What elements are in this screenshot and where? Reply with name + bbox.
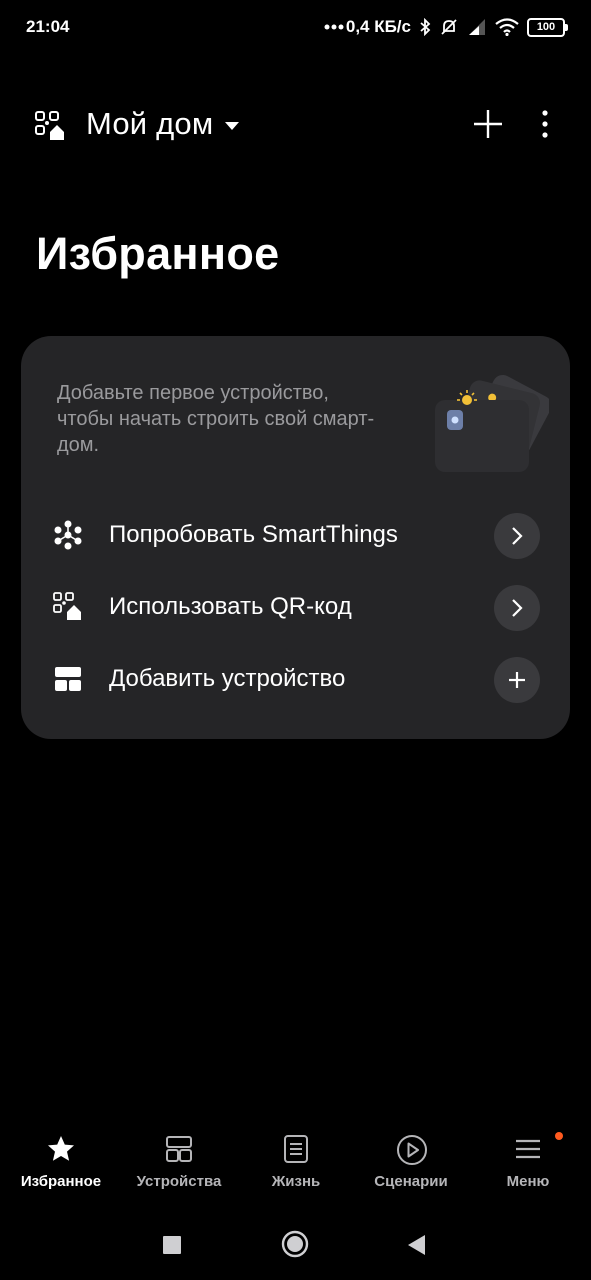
top-bar: Мой дом [0,96,591,156]
home-qr-icon[interactable] [34,110,68,142]
square-icon [163,1236,181,1254]
tab-favorites[interactable]: Избранное [2,1128,120,1198]
signal-icon [467,18,487,36]
devices-icon [164,1134,194,1166]
play-icon [396,1134,427,1166]
home-button[interactable] [281,1230,309,1263]
more-options-button[interactable] [530,106,560,142]
menu-icon [513,1134,543,1166]
smartthings-icon [53,520,83,550]
devices-illustration [429,360,552,476]
tab-life[interactable]: Жизнь [237,1128,355,1198]
tab-label: Жизнь [271,1173,321,1190]
battery-icon: 100 [527,17,568,37]
life-icon [281,1134,311,1166]
row-label: Использовать QR-код [109,593,352,620]
page-title: Избранное [36,228,280,279]
circle-icon [281,1230,309,1258]
more-vertical-icon [542,110,548,138]
tab-menu[interactable]: Меню [469,1128,587,1198]
plus-icon [509,672,525,688]
use-qr-code-row[interactable]: Использовать QR-код [21,577,570,637]
chevron-right-icon [512,527,523,545]
wifi-icon [495,18,519,36]
plus-icon [474,110,502,138]
home-selector[interactable]: Мой дом [86,106,213,142]
tab-devices[interactable]: Устройства [120,1128,238,1198]
status-bar: 21:04 0,4 КБ/с 100 [0,0,591,54]
row-label: Попробовать SmartThings [109,521,398,548]
chevron-right-icon [512,599,523,617]
network-speed: 0,4 КБ/с [345,17,411,36]
qr-home-icon [53,592,83,622]
notification-badge [555,1132,563,1140]
add-device-row[interactable]: Добавить устройство [21,649,570,709]
caret-down-icon[interactable] [224,118,240,136]
tab-label: Избранное [20,1173,102,1190]
tab-label: Меню [506,1173,550,1190]
mute-icon [439,17,459,37]
bluetooth-icon [419,18,431,36]
status-icons: 0,4 КБ/с 100 [324,17,568,37]
add-button[interactable] [470,106,506,142]
bottom-nav: Избранное Устройства Жизнь Сценарии Меню [0,1128,591,1198]
add-device-button[interactable] [494,657,540,703]
system-navigation [0,1220,591,1270]
row-label: Добавить устройство [109,665,346,692]
recents-button[interactable] [163,1236,181,1259]
chevron-right-button[interactable] [494,585,540,631]
tab-scenarios[interactable]: Сценарии [352,1128,470,1198]
devices-grid-icon [53,664,83,694]
dots-icon [324,24,344,30]
try-smartthings-row[interactable]: Попробовать SmartThings [21,505,570,565]
card-description: Добавьте первое устройство, чтобы начать… [57,382,375,456]
tab-label: Сценарии [374,1173,448,1190]
back-button[interactable] [406,1234,426,1261]
status-time: 21:04 [26,17,70,36]
star-icon [46,1134,76,1166]
back-triangle-icon [408,1235,425,1255]
onboarding-card: Добавьте первое устройство, чтобы начать… [21,336,570,739]
tab-label: Устройства [136,1173,222,1190]
chevron-right-button[interactable] [494,513,540,559]
